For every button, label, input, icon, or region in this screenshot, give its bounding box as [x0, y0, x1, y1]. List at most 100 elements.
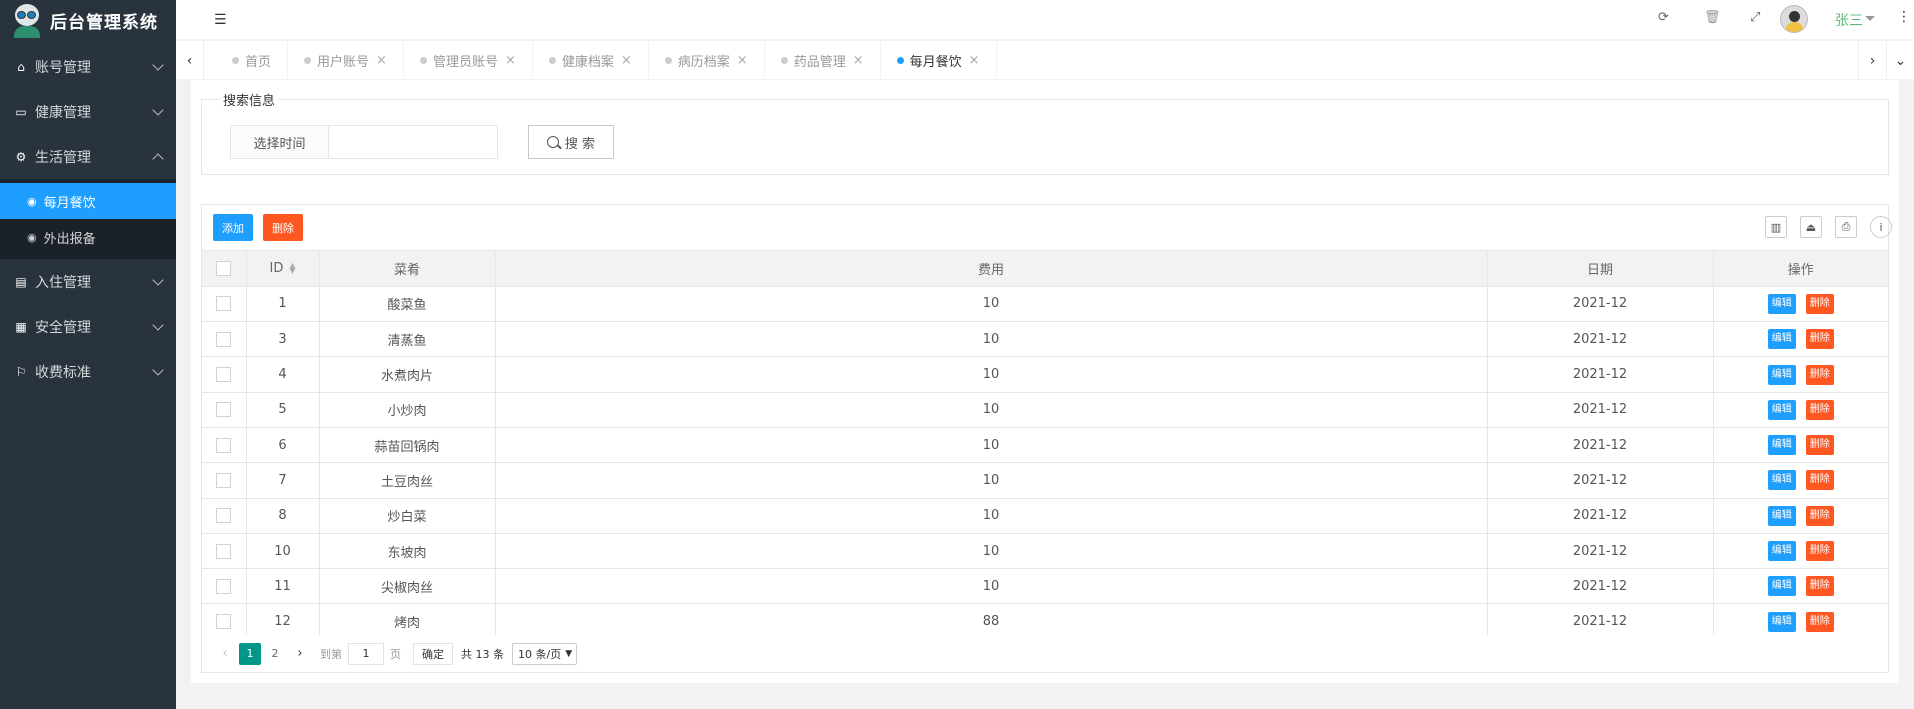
- export-icon[interactable]: ⏏: [1800, 216, 1822, 238]
- tab-health-records[interactable]: 健康档案 ×: [533, 41, 649, 80]
- edit-button[interactable]: 编辑: [1767, 541, 1796, 562]
- confirm-page-button[interactable]: 确定: [413, 642, 453, 665]
- page-size-select[interactable]: 10 条/页 ▼: [512, 642, 578, 665]
- cell-cost: 10: [495, 498, 1488, 534]
- add-button[interactable]: 添加: [213, 214, 253, 241]
- page-size-value: 10 条/页: [518, 647, 562, 661]
- tabs-menu-chevron-down-icon[interactable]: ⌄: [1886, 41, 1914, 80]
- data-table: 添加 删除 ▥ ⏏ ⎙ i ID ▲ ▼ 菜肴 费用 日期 操作 1 酸菜鱼 1…: [201, 204, 1892, 673]
- sidebar-item-health[interactable]: ▭ 健康管理: [0, 89, 176, 134]
- page-unit-label: 页: [390, 647, 401, 661]
- next-page-icon[interactable]: ›: [289, 643, 311, 665]
- sidebar-subnav: ◉ 每月餐饮 ◉ 外出报备: [0, 179, 176, 259]
- refresh-icon[interactable]: ⟳: [1658, 10, 1669, 25]
- tabs-next-icon[interactable]: ›: [1858, 41, 1886, 80]
- more-icon[interactable]: ⋮: [1897, 9, 1911, 25]
- cell-id: 11: [246, 568, 320, 605]
- date-input[interactable]: [328, 125, 498, 159]
- select-all-checkbox[interactable]: [216, 260, 232, 276]
- close-icon[interactable]: ×: [376, 53, 387, 68]
- close-icon[interactable]: ×: [853, 53, 864, 68]
- logo-mascot-icon: [12, 2, 42, 38]
- tab-admin-accounts[interactable]: 管理员账号 ×: [404, 41, 533, 80]
- row-checkbox[interactable]: [216, 578, 232, 594]
- delete-button[interactable]: 删除: [1805, 505, 1834, 526]
- info-icon[interactable]: i: [1870, 216, 1892, 238]
- delete-button[interactable]: 删除: [1805, 611, 1834, 632]
- delete-button[interactable]: 删除: [1805, 541, 1834, 562]
- edit-button[interactable]: 编辑: [1767, 505, 1796, 526]
- row-checkbox[interactable]: [216, 437, 232, 453]
- close-icon[interactable]: ×: [969, 53, 980, 68]
- cell-date: 2021-12: [1487, 392, 1714, 428]
- fullscreen-icon[interactable]: ⤢: [1750, 10, 1760, 25]
- edit-button[interactable]: 编辑: [1767, 293, 1796, 314]
- tab-user-accounts[interactable]: 用户账号 ×: [288, 41, 404, 80]
- edit-button[interactable]: 编辑: [1767, 470, 1796, 491]
- row-select-cell: [202, 392, 247, 428]
- tab-medical-records[interactable]: 病历档案 ×: [649, 41, 765, 80]
- batch-delete-button[interactable]: 删除: [263, 214, 303, 241]
- cell-actions: 编辑 删除: [1713, 427, 1888, 464]
- sidebar-item-checkin[interactable]: ▤ 入住管理: [0, 259, 176, 304]
- tabs-prev-icon[interactable]: ‹: [176, 41, 204, 80]
- delete-button[interactable]: 删除: [1805, 329, 1834, 350]
- delete-button[interactable]: 删除: [1805, 470, 1834, 491]
- edit-button[interactable]: 编辑: [1767, 329, 1796, 350]
- tab-monthly-meals[interactable]: 每月餐饮 ×: [881, 41, 997, 80]
- cell-actions: 编辑 删除: [1713, 356, 1888, 393]
- tab-label: 用户账号: [317, 55, 370, 70]
- page-number-input[interactable]: 1: [348, 642, 384, 665]
- sidebar-item-security[interactable]: ▦ 安全管理: [0, 304, 176, 349]
- edit-button[interactable]: 编辑: [1767, 435, 1796, 456]
- row-checkbox[interactable]: [216, 472, 232, 488]
- search-button[interactable]: 搜 索: [528, 125, 614, 159]
- edit-button[interactable]: 编辑: [1767, 364, 1796, 385]
- edit-button[interactable]: 编辑: [1767, 611, 1796, 632]
- tab-drug-management[interactable]: 药品管理 ×: [765, 41, 881, 80]
- edit-button[interactable]: 编辑: [1767, 576, 1796, 597]
- row-checkbox[interactable]: [216, 331, 232, 347]
- prev-page-icon[interactable]: ‹: [214, 643, 236, 665]
- file-icon: ▤: [15, 274, 27, 289]
- column-header-actions: 操作: [1713, 251, 1888, 287]
- delete-button[interactable]: 删除: [1805, 364, 1834, 385]
- sidebar-item-life[interactable]: ⚙ 生活管理: [0, 134, 176, 179]
- sidebar-item-label: 安全管理: [35, 319, 91, 336]
- sidebar-subitem-monthly-meals[interactable]: ◉ 每月餐饮: [0, 183, 176, 219]
- avatar[interactable]: [1780, 5, 1808, 33]
- page-button-1[interactable]: 1: [239, 642, 261, 665]
- row-checkbox[interactable]: [216, 402, 232, 418]
- trash-icon[interactable]: 🗑: [1704, 10, 1721, 25]
- close-icon[interactable]: ×: [737, 53, 748, 68]
- print-icon[interactable]: ⎙: [1835, 216, 1857, 238]
- row-checkbox[interactable]: [216, 508, 232, 524]
- delete-button[interactable]: 删除: [1805, 576, 1834, 597]
- edit-button[interactable]: 编辑: [1767, 399, 1796, 420]
- sidebar-subitem-outing-report[interactable]: ◉ 外出报备: [0, 219, 176, 255]
- page-button-2[interactable]: 2: [264, 643, 286, 665]
- row-checkbox[interactable]: [216, 367, 232, 383]
- cell-dish: 炒白菜: [319, 498, 496, 534]
- delete-button[interactable]: 删除: [1805, 399, 1834, 420]
- menu-toggle-icon[interactable]: ☰: [214, 12, 227, 28]
- username[interactable]: 张三: [1835, 10, 1863, 30]
- sidebar-item-account[interactable]: ⌂ 账号管理: [0, 44, 176, 89]
- close-icon[interactable]: ×: [505, 53, 516, 68]
- row-checkbox[interactable]: [216, 543, 232, 559]
- row-checkbox[interactable]: [216, 614, 232, 630]
- columns-icon[interactable]: ▥: [1765, 216, 1787, 238]
- tab-home[interactable]: 首页: [216, 41, 289, 80]
- row-select-cell: [202, 603, 247, 640]
- cell-date: 2021-12: [1487, 462, 1714, 499]
- column-header-id[interactable]: ID ▲ ▼: [246, 251, 320, 287]
- caret-down-icon[interactable]: [1865, 16, 1875, 21]
- sidebar-item-fees[interactable]: ⚐ 收费标准: [0, 349, 176, 394]
- row-checkbox[interactable]: [216, 296, 232, 312]
- close-icon[interactable]: ×: [621, 53, 632, 68]
- delete-button[interactable]: 删除: [1805, 435, 1834, 456]
- tab-dot: [780, 57, 788, 64]
- sort-icon[interactable]: ▲ ▼: [289, 262, 295, 275]
- delete-button[interactable]: 删除: [1805, 293, 1834, 314]
- chevron-down-icon: [152, 364, 164, 376]
